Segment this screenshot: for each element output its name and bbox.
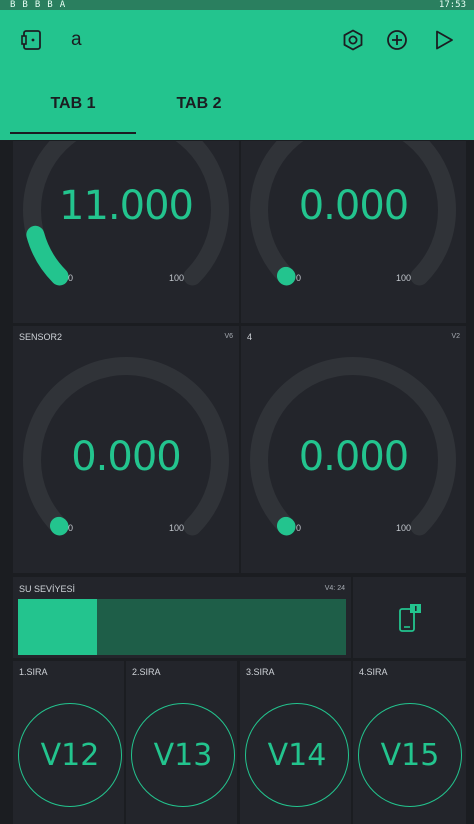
gauge-widget-sensor2[interactable]: SENSOR2 V6 0.000 0 100 [13,326,239,573]
gauge-widget-4[interactable]: 4 V2 0.000 0 100 [241,326,466,573]
notification-icon: B [22,0,28,10]
button-widget-v15[interactable]: 4.SIRA V15 [353,661,466,824]
add-icon[interactable] [385,28,409,52]
notification-icon: B [10,0,16,10]
app-header: a TAB 1 TAB 2 [0,10,474,140]
gauge-fill [276,516,296,536]
gauge-max: 100 [169,523,185,533]
gauge-max: 100 [396,523,412,533]
settings-hex-icon[interactable] [341,28,365,52]
gauge-widget[interactable]: 0.000 0 100 [241,141,466,323]
gauge-min: 0 [296,523,302,533]
button-v12[interactable]: V12 [18,703,122,807]
gauge-fill [26,225,69,286]
notification-icon: B [34,0,41,10]
notification-icon: A [59,0,66,10]
device-icon[interactable] [20,28,44,52]
button-widget-v12[interactable]: 1.SIRA V12 [13,661,124,824]
notification-icon: B [47,0,53,10]
button-label: 1.SIRA [19,667,48,677]
button-v15[interactable]: V15 [358,703,462,807]
level-pin-value: V4: 24 [324,585,345,592]
button-label: 2.SIRA [132,667,161,677]
level-track [18,599,346,655]
gauge-value: 0.000 [298,434,410,480]
gauge-min: 0 [296,273,302,283]
gauge-min: 0 [68,273,74,283]
gauge-dial [23,141,229,286]
gauge-dial [250,141,456,286]
gauge-max: 100 [396,273,412,283]
gauge-fill [49,516,69,536]
button-label: 3.SIRA [246,667,275,677]
tab-1[interactable]: TAB 1 [10,90,136,118]
status-time: 17:53 [438,0,466,10]
play-icon[interactable] [432,28,456,52]
button-v13[interactable]: V13 [131,703,235,807]
gauge-min: 0 [68,523,74,533]
button-v14[interactable]: V14 [245,703,349,807]
level-fill [18,599,97,655]
tab-2[interactable]: TAB 2 [136,90,262,118]
gauge-fill [276,266,296,286]
active-tab-indicator [10,132,136,134]
notification-widget[interactable] [353,577,466,658]
level-label: SU SEVİYESİ [19,584,76,594]
button-widget-v14[interactable]: 3.SIRA V14 [240,661,351,824]
gauge-widget[interactable]: 11.000 0 100 [13,141,239,323]
level-widget[interactable]: SU SEVİYESİ V4: 24 [13,577,351,658]
button-label: 4.SIRA [359,667,388,677]
button-widget-v13[interactable]: 2.SIRA V13 [126,661,237,824]
gauge-value: 0.000 [71,434,182,480]
gauge-max: 100 [169,273,185,283]
project-title: a [71,29,82,50]
phone-notification-icon [399,604,421,632]
gauge-value: 0.000 [298,183,410,229]
status-bar: B B B B A 17:53 [0,0,474,10]
notification-icons: B B B B A [10,0,65,10]
gauge-value: 11.000 [59,183,194,229]
